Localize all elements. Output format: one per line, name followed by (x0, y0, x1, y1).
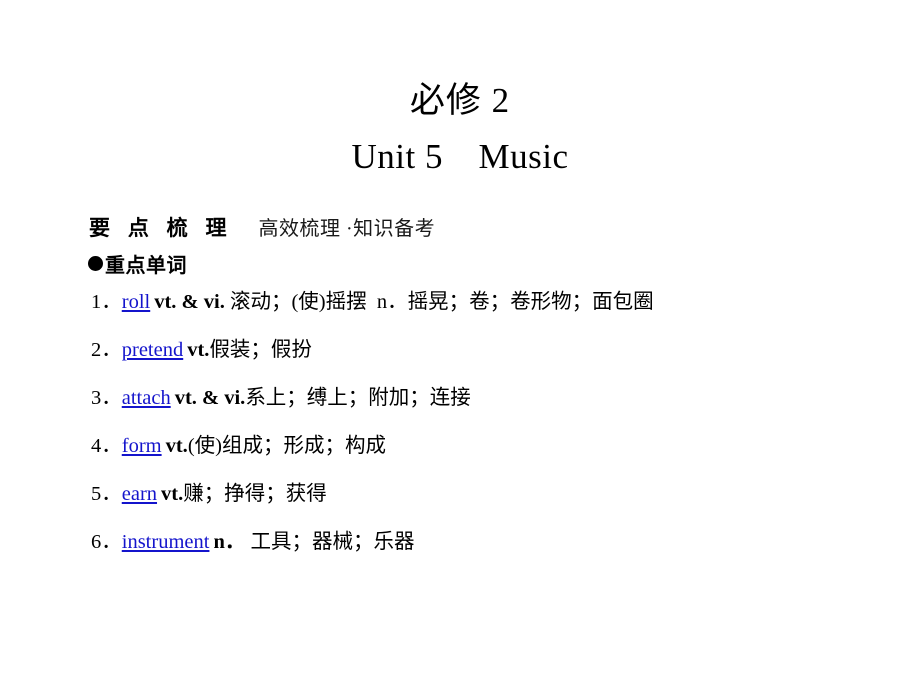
slide-title-block: 必修 2 Unit 5 Music (0, 78, 920, 180)
word-term-link[interactable]: roll (122, 288, 150, 316)
word-index: 5． (91, 483, 122, 505)
word-definition: 假装；假扮 (209, 339, 312, 361)
vocabulary-list: 1． roll vt. & vi. 滚动；(使)摇摆 n．摇晃；卷；卷形物；面包… (91, 288, 900, 576)
word-definition: (使)组成；形成；构成 (187, 435, 386, 457)
filled-circle-bullet-icon (88, 256, 103, 271)
list-item: 3． attach vt. & vi. 系上；缚上；附加；连接 (91, 384, 900, 432)
word-definition: 滚动；(使)摇摆 n．摇晃；卷；卷形物；面包圈 (224, 291, 654, 313)
word-term-link[interactable]: attach (122, 384, 171, 412)
word-index: 1． (91, 291, 122, 313)
slide-canvas: 必修 2 Unit 5 Music 要 点 梳 理 高效梳理 ·知识备考 重点单… (0, 0, 920, 700)
word-part-of-speech: n． (213, 531, 246, 553)
word-term-link[interactable]: earn (122, 480, 157, 508)
word-part-of-speech: vt. & vi. (154, 291, 225, 313)
list-item: 2． pretend vt. 假装；假扮 (91, 336, 900, 384)
word-definition: 系上；缚上；附加；连接 (245, 387, 471, 409)
section-heading-label: 要 点 梳 理 (89, 217, 233, 240)
page-title-book: 必修 2 (409, 81, 511, 120)
word-definition: 赚；挣得；获得 (183, 483, 327, 505)
word-part-of-speech: vt. & vi. (174, 387, 246, 409)
word-part-of-speech: vt. (161, 483, 184, 505)
word-index: 4． (91, 435, 122, 457)
subsection-heading: 重点单词 (88, 249, 187, 278)
word-part-of-speech: vt. (187, 339, 210, 361)
word-term-link[interactable]: pretend (122, 336, 183, 364)
list-item: 4． form vt. (使)组成；形成；构成 (91, 432, 900, 480)
word-term-link[interactable]: form (122, 432, 162, 460)
section-heading-subtitle: 高效梳理 ·知识备考 (258, 218, 436, 240)
section-heading: 要 点 梳 理 高效梳理 ·知识备考 (89, 212, 435, 242)
subsection-heading-label: 重点单词 (105, 255, 187, 277)
word-definition: 工具；器械；乐器 (245, 531, 415, 553)
list-item: 6． instrument n． 工具；器械；乐器 (91, 528, 900, 576)
page-title-unit: Unit 5 Music (351, 137, 569, 176)
word-index: 6． (91, 531, 122, 553)
word-part-of-speech: vt. (165, 435, 188, 457)
word-term-link[interactable]: instrument (122, 528, 210, 556)
word-index: 3． (91, 387, 122, 409)
word-index: 2． (91, 339, 122, 361)
list-item: 5． earn vt. 赚；挣得；获得 (91, 480, 900, 528)
list-item: 1． roll vt. & vi. 滚动；(使)摇摆 n．摇晃；卷；卷形物；面包… (91, 288, 900, 336)
